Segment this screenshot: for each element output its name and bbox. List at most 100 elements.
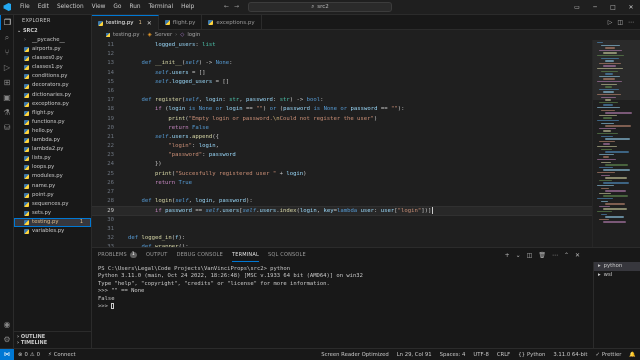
tab-problems[interactable]: PROBLEMS 1: [98, 248, 137, 262]
fold-gutter[interactable]: [118, 188, 128, 197]
settings-gear-icon[interactable]: ⚙: [0, 332, 14, 347]
maximize-icon[interactable]: □: [604, 0, 622, 15]
trash-icon[interactable]: 🗑: [538, 252, 546, 259]
minimap[interactable]: [592, 40, 640, 247]
code-editor[interactable]: 11 logged_users: list 12 13 def __init__(s…: [92, 40, 592, 247]
explorer-icon[interactable]: ❐: [0, 15, 14, 30]
tab-output[interactable]: OUTPUT: [146, 248, 168, 262]
more-actions-icon[interactable]: ⋯: [552, 252, 558, 259]
fold-gutter[interactable]: [118, 160, 128, 169]
close-window-icon[interactable]: ✕: [622, 0, 640, 15]
menu-selection[interactable]: Selection: [53, 4, 88, 10]
file-item[interactable]: testing.py 1: [14, 217, 91, 227]
file-item[interactable]: point.py: [14, 191, 91, 200]
fold-gutter[interactable]: [118, 115, 128, 124]
layout-icon[interactable]: ▭: [568, 0, 586, 15]
fold-gutter[interactable]: [118, 50, 128, 59]
back-arrow-icon[interactable]: ←: [224, 3, 234, 10]
command-center-search[interactable]: ⌕ src2: [248, 2, 392, 12]
workspace-folder[interactable]: ⌄ SRC2: [14, 27, 91, 36]
minimize-icon[interactable]: ─: [586, 0, 604, 15]
file-item[interactable]: loops.py: [14, 163, 91, 172]
errors-status[interactable]: ⊗ 0 ⚠ 0: [14, 352, 44, 358]
eol-status[interactable]: CRLF: [493, 352, 514, 358]
breadcrumb-method[interactable]: login: [187, 32, 200, 38]
file-item[interactable]: sequences.py: [14, 200, 91, 209]
screen-reader-status[interactable]: Screen Reader Optimized: [317, 352, 392, 358]
tab-terminal[interactable]: TERMINAL: [231, 248, 259, 262]
source-control-icon[interactable]: ⑂: [0, 45, 14, 60]
run-file-icon[interactable]: ▷: [608, 19, 613, 26]
cursor-position[interactable]: Ln 29, Col 91: [393, 352, 436, 358]
fold-gutter[interactable]: [118, 59, 128, 68]
file-item[interactable]: lambda.py: [14, 136, 91, 145]
remote-indicator-icon[interactable]: ⋈: [0, 348, 14, 360]
menu-view[interactable]: View: [88, 4, 110, 10]
file-item[interactable]: lambda2.py: [14, 145, 91, 154]
notifications-icon[interactable]: 🔔: [625, 352, 640, 358]
chevron-down-icon[interactable]: ⌄: [516, 252, 521, 259]
file-item[interactable]: conditions.py: [14, 72, 91, 81]
terminal-item-python[interactable]: ▸ python: [594, 262, 640, 271]
fold-gutter[interactable]: [118, 142, 128, 151]
terminal-prompt[interactable]: >>>: [98, 302, 588, 310]
breadcrumb-class[interactable]: Server: [155, 32, 172, 38]
file-item[interactable]: exceptions.py: [14, 100, 91, 109]
menu-terminal[interactable]: Terminal: [145, 4, 178, 10]
file-item[interactable]: name.py: [14, 182, 91, 191]
fold-gutter[interactable]: [118, 216, 128, 225]
file-item[interactable]: sets.py: [14, 209, 91, 218]
fold-gutter[interactable]: [118, 78, 128, 87]
new-terminal-icon[interactable]: +: [505, 252, 510, 259]
menu-run[interactable]: Run: [125, 4, 144, 10]
more-actions-icon[interactable]: ⋯: [628, 19, 634, 26]
fold-gutter[interactable]: [118, 170, 128, 179]
file-item[interactable]: dictionaries.py: [14, 91, 91, 100]
remote-explorer-icon[interactable]: ▣: [0, 90, 14, 105]
encoding-status[interactable]: UTF-8: [469, 352, 492, 358]
fold-gutter[interactable]: [118, 96, 128, 105]
fold-gutter[interactable]: [118, 234, 128, 243]
tab-sql-console[interactable]: SQL CONSOLE: [268, 248, 306, 262]
close-panel-icon[interactable]: ✕: [575, 252, 580, 259]
connect-status[interactable]: ⚡ Connect: [44, 352, 80, 358]
indentation-status[interactable]: Spaces: 4: [436, 352, 470, 358]
close-tab-icon[interactable]: ✕: [147, 20, 152, 27]
database-icon[interactable]: ⛁: [0, 120, 14, 135]
fold-gutter[interactable]: [118, 69, 128, 78]
account-icon[interactable]: ◉: [0, 317, 14, 332]
fold-gutter[interactable]: [118, 87, 128, 96]
folder-item[interactable]: › __pycache__: [14, 36, 91, 45]
prettier-status[interactable]: ✓ Prettier: [591, 352, 625, 358]
language-mode[interactable]: {} Python: [514, 352, 549, 358]
python-interpreter[interactable]: 3.11.0 64-bit: [549, 352, 591, 358]
fold-gutter[interactable]: [118, 105, 128, 114]
tab-testing-py[interactable]: testing.py 1 ✕: [92, 15, 159, 30]
terminal-output[interactable]: PS C:\Users\Legal\Code Projects\VanVinci…: [98, 266, 588, 310]
maximize-panel-icon[interactable]: ⌃: [564, 252, 569, 259]
file-item[interactable]: hello.py: [14, 127, 91, 136]
file-item[interactable]: lists.py: [14, 154, 91, 163]
fold-gutter[interactable]: [118, 179, 128, 188]
fold-gutter[interactable]: [118, 133, 128, 142]
file-item[interactable]: classes1.py: [14, 63, 91, 72]
file-item[interactable]: classes0.py: [14, 54, 91, 63]
fold-gutter[interactable]: [118, 197, 128, 206]
timeline-section[interactable]: › TIMELINE: [14, 338, 92, 348]
file-item[interactable]: airports.py: [14, 45, 91, 54]
fold-gutter[interactable]: [118, 207, 128, 214]
file-item[interactable]: modules.py: [14, 172, 91, 181]
file-item[interactable]: flight.py: [14, 109, 91, 118]
search-view-icon[interactable]: ⌕: [0, 30, 14, 45]
menu-help[interactable]: Help: [177, 4, 198, 10]
fold-gutter[interactable]: [118, 41, 128, 50]
extensions-icon[interactable]: ⊞: [0, 75, 14, 90]
menu-edit[interactable]: Edit: [34, 4, 53, 10]
forward-arrow-icon[interactable]: →: [234, 3, 244, 10]
tab-flight-py[interactable]: flight.py: [159, 15, 203, 30]
run-debug-icon[interactable]: ▷: [0, 60, 14, 75]
fold-gutter[interactable]: [118, 151, 128, 160]
split-editor-icon[interactable]: ◫: [617, 19, 623, 26]
fold-gutter[interactable]: [118, 225, 128, 234]
fold-gutter[interactable]: [118, 124, 128, 133]
